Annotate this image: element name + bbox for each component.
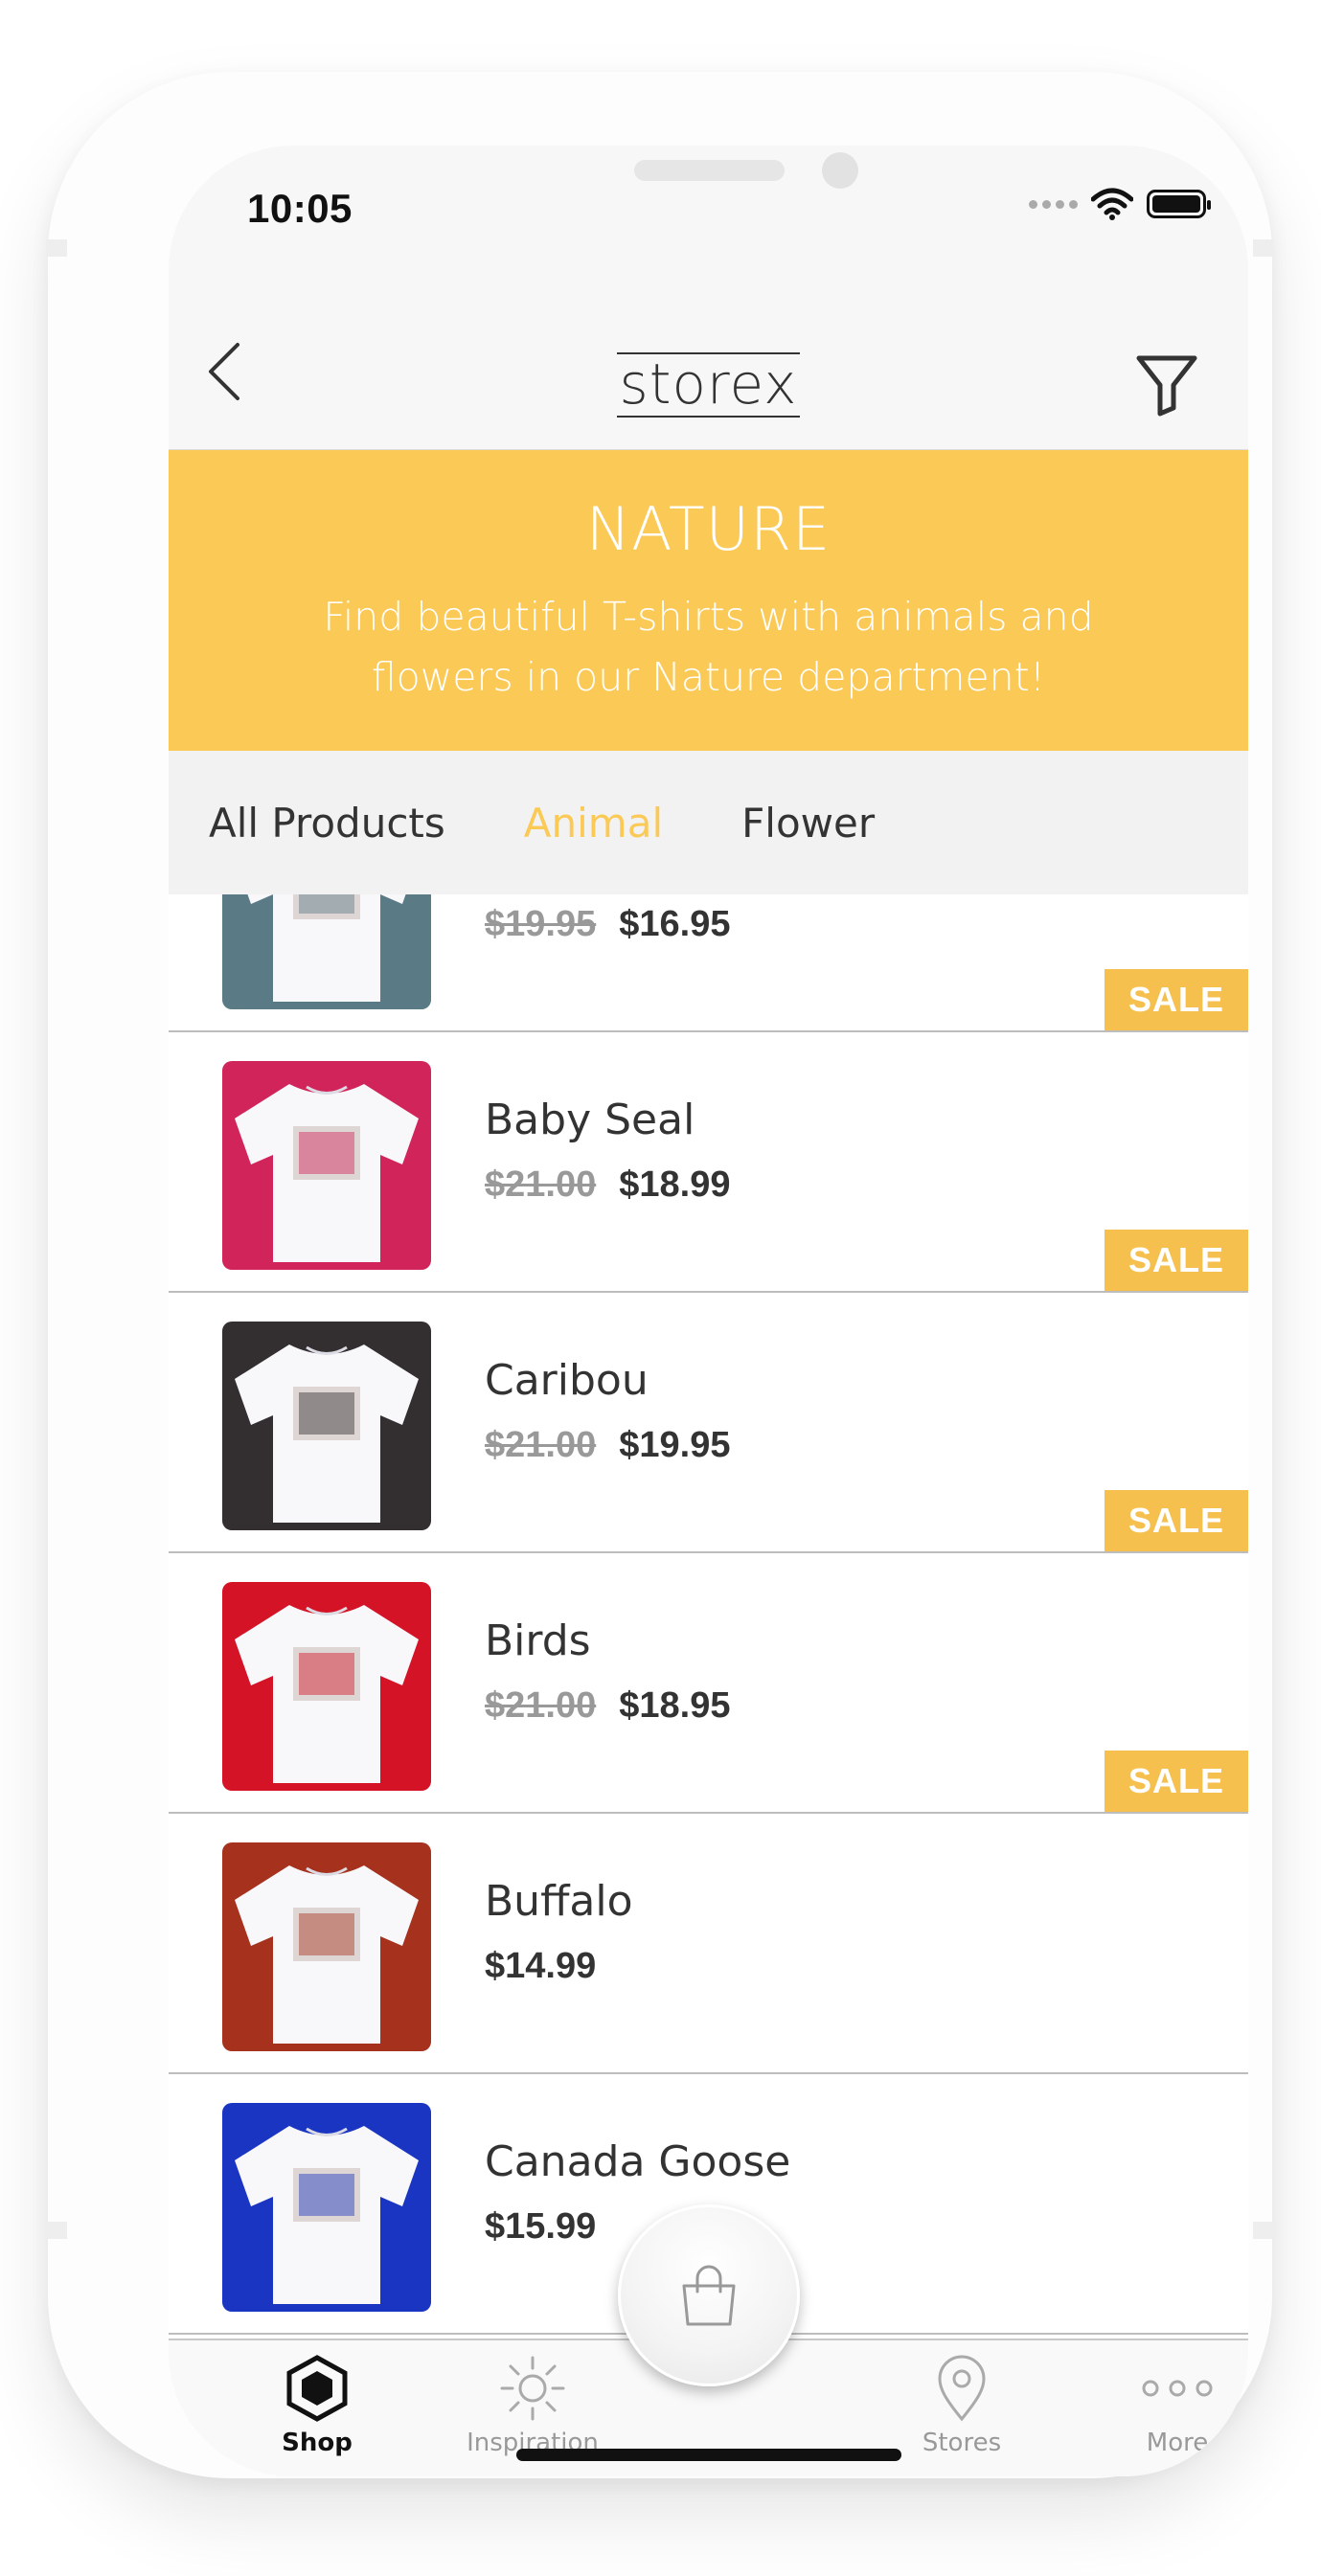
product-prices: $21.00 $18.99 bbox=[485, 1164, 730, 1206]
tab-label: Shop bbox=[282, 2429, 353, 2457]
category-banner: NATURE Find beautiful T-shirts with anim… bbox=[169, 450, 1248, 751]
product-prices: $14.99 bbox=[485, 1946, 596, 1987]
home-indicator[interactable] bbox=[516, 2449, 901, 2461]
tshirt-image bbox=[222, 2103, 431, 2312]
product-prices: $19.95 $16.95 bbox=[485, 904, 730, 945]
signal-icon bbox=[1029, 199, 1078, 209]
current-price: $18.95 bbox=[619, 1685, 731, 1726]
product-row[interactable]: Caribou $21.00 $19.95 SALE bbox=[169, 1293, 1248, 1553]
tshirt-image bbox=[222, 1322, 431, 1530]
hexagon-icon bbox=[286, 2355, 348, 2422]
tab-label: Stores bbox=[922, 2429, 1002, 2457]
product-name: Birds bbox=[485, 1616, 591, 1665]
product-row[interactable]: Baby Seal $21.00 $18.99 SALE bbox=[169, 1032, 1248, 1293]
filter-icon bbox=[1136, 355, 1197, 417]
product-name: Buffalo bbox=[485, 1877, 633, 1926]
more-dots-icon bbox=[1142, 2380, 1213, 2397]
product-thumbnail bbox=[222, 1582, 431, 1791]
product-prices: $21.00 $18.95 bbox=[485, 1685, 730, 1727]
original-price: $21.00 bbox=[485, 1685, 597, 1726]
side-button bbox=[1253, 239, 1274, 257]
current-price: $18.99 bbox=[619, 1164, 731, 1205]
location-pin-icon bbox=[938, 2355, 986, 2422]
tab-flower[interactable]: Flower bbox=[741, 800, 875, 847]
tshirt-image bbox=[222, 1582, 431, 1791]
sale-badge: SALE bbox=[1105, 1490, 1248, 1551]
product-name: Caribou bbox=[485, 1356, 649, 1405]
sale-badge: SALE bbox=[1105, 969, 1248, 1030]
speaker-grille bbox=[634, 160, 785, 181]
sale-badge: SALE bbox=[1105, 1751, 1248, 1812]
banner-subtitle: Find beautiful T-shirts with animals and… bbox=[323, 594, 1094, 700]
product-thumbnail bbox=[222, 2103, 431, 2312]
wifi-icon bbox=[1091, 188, 1133, 220]
front-camera bbox=[822, 152, 858, 189]
status-icons bbox=[1029, 188, 1211, 220]
tab-shop[interactable]: Shop bbox=[236, 2354, 399, 2457]
current-price: $14.99 bbox=[485, 1946, 597, 1986]
sun-icon bbox=[500, 2356, 565, 2421]
original-price: $21.00 bbox=[485, 1164, 597, 1205]
tshirt-image bbox=[222, 894, 431, 1009]
product-row[interactable]: Birds $21.00 $18.95 SALE bbox=[169, 1553, 1248, 1814]
filter-button[interactable] bbox=[1133, 350, 1200, 418]
logo: storex bbox=[169, 352, 1248, 418]
original-price: $21.00 bbox=[485, 1425, 597, 1465]
product-name: Canada Goose bbox=[485, 2137, 791, 2186]
battery-icon bbox=[1147, 190, 1211, 218]
tshirt-image bbox=[222, 1842, 431, 2051]
screen: 10:05 storex NATURE Find beautiful T-shi… bbox=[169, 146, 1248, 2476]
current-price: $16.95 bbox=[619, 904, 731, 944]
phone-frame: 10:05 storex NATURE Find beautiful T-shi… bbox=[46, 72, 1274, 2478]
product-prices: $15.99 bbox=[485, 2206, 596, 2248]
tab-all-products[interactable]: All Products bbox=[209, 800, 445, 847]
sale-badge: SALE bbox=[1105, 1230, 1248, 1291]
product-thumbnail bbox=[222, 1842, 431, 2051]
tab-inspiration[interactable]: Inspiration bbox=[451, 2354, 614, 2457]
tab-animal[interactable]: Animal bbox=[524, 800, 663, 847]
product-name: Baby Seal bbox=[485, 1096, 695, 1144]
tab-stores[interactable]: Stores bbox=[880, 2354, 1043, 2457]
current-price: $15.99 bbox=[485, 2206, 597, 2247]
side-button bbox=[1253, 2222, 1274, 2239]
product-list[interactable]: $19.95 $16.95 SALE Baby Seal $21.00 $18.99 SAL… bbox=[169, 894, 1248, 2339]
cart-button[interactable] bbox=[618, 2204, 800, 2386]
side-button bbox=[46, 2222, 67, 2239]
shopping-bag-icon bbox=[682, 2265, 736, 2326]
status-time: 10:05 bbox=[247, 186, 353, 231]
product-row[interactable]: Buffalo $14.99 bbox=[169, 1814, 1248, 2074]
navigation-bar: storex bbox=[169, 270, 1248, 451]
product-row[interactable]: $19.95 $16.95 SALE bbox=[169, 894, 1248, 1032]
product-prices: $21.00 $19.95 bbox=[485, 1425, 730, 1466]
banner-title: NATURE bbox=[585, 494, 831, 564]
original-price: $19.95 bbox=[485, 904, 597, 944]
tab-more[interactable]: More bbox=[1096, 2354, 1248, 2457]
product-thumbnail bbox=[222, 894, 431, 1009]
tshirt-image bbox=[222, 1061, 431, 1270]
current-price: $19.95 bbox=[619, 1425, 731, 1465]
category-tabs: All Products Animal Flower bbox=[169, 751, 1248, 894]
logo-text: storex bbox=[617, 351, 800, 418]
product-thumbnail bbox=[222, 1061, 431, 1270]
side-button bbox=[46, 239, 67, 257]
product-thumbnail bbox=[222, 1322, 431, 1530]
tab-label: More bbox=[1146, 2429, 1209, 2457]
